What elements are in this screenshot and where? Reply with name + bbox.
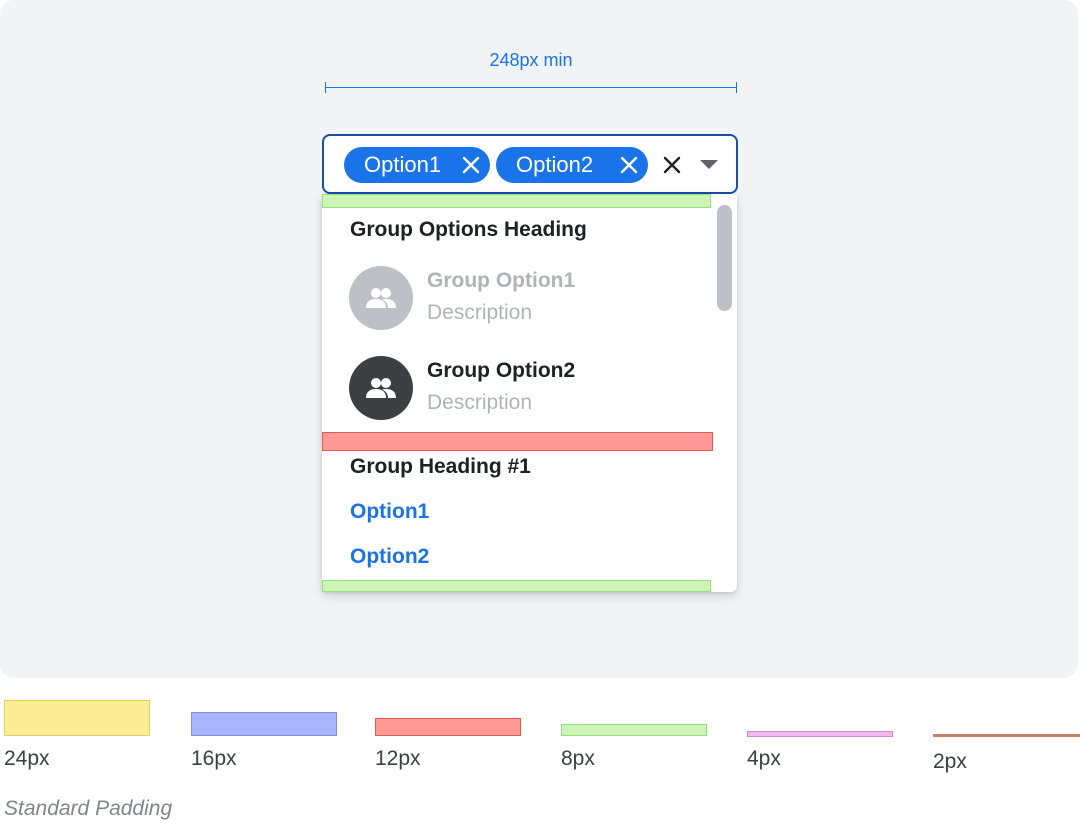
option-description: Description — [427, 301, 533, 324]
group-heading: Group Options Heading — [350, 218, 587, 241]
option-title[interactable]: Group Option2 — [427, 359, 575, 383]
min-width-label: 248px min — [489, 50, 573, 70]
option-title-disabled: Group Option1 — [427, 269, 576, 292]
close-icon[interactable] — [461, 155, 481, 175]
min-width-tick-left — [325, 82, 326, 93]
legend-swatch-4px — [747, 731, 893, 737]
multi-select-field[interactable]: Option1 Option2 — [322, 134, 738, 194]
legend-swatch-16px — [191, 712, 337, 736]
legend-swatch-2px — [933, 734, 1080, 737]
option-description: Description — [427, 391, 533, 414]
selected-chip[interactable]: Option1 — [344, 147, 490, 183]
legend-label: 4px — [747, 747, 781, 770]
legend-swatch-12px — [375, 718, 521, 736]
chip-label: Option1 — [364, 152, 442, 177]
list-option[interactable]: Option2 — [350, 545, 429, 569]
legend-caption: Standard Padding — [4, 797, 173, 820]
list-option[interactable]: Option1 — [350, 500, 429, 524]
group-heading: Group Heading #1 — [350, 455, 531, 478]
caret-down-icon[interactable] — [700, 160, 718, 170]
group-icon — [366, 288, 396, 308]
scrollbar-thumb[interactable] — [717, 205, 732, 311]
legend-swatch-8px — [561, 724, 707, 736]
clear-all-icon[interactable] — [662, 155, 682, 175]
padding-indicator-12px — [322, 432, 713, 451]
legend-label: 16px — [191, 747, 237, 770]
min-width-line — [325, 87, 737, 88]
chip-label: Option2 — [516, 152, 594, 177]
padding-indicator-8px-bottom — [322, 580, 711, 592]
selected-chip[interactable]: Option2 — [496, 147, 648, 183]
close-icon[interactable] — [619, 155, 639, 175]
legend-label: 8px — [561, 747, 595, 770]
legend-label: 2px — [933, 750, 967, 773]
group-avatar — [349, 266, 413, 330]
group-avatar[interactable] — [349, 356, 413, 420]
legend-swatch-24px — [4, 700, 150, 736]
min-width-tick-right — [736, 82, 737, 93]
legend-label: 12px — [375, 747, 421, 770]
group-icon — [366, 378, 396, 398]
legend-label: 24px — [4, 747, 50, 770]
padding-indicator-8px-top — [322, 194, 711, 208]
